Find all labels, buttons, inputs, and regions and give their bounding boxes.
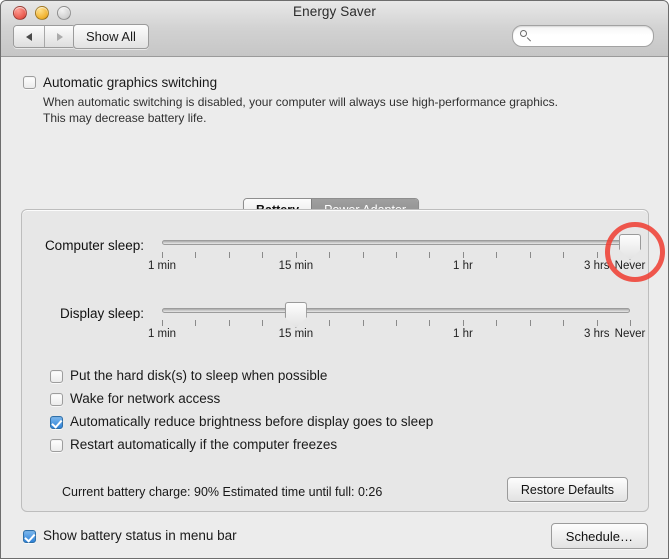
navigation-segmented-control bbox=[13, 25, 76, 48]
slider-scale-label: Never bbox=[615, 260, 646, 272]
description-line-2: This may decrease battery life. bbox=[43, 110, 643, 126]
slider-tick bbox=[563, 320, 564, 326]
settings-panel: Computer sleep: 1 min 15 min 1 hr 3 hrs Neve… bbox=[21, 209, 649, 512]
search-input[interactable] bbox=[524, 28, 669, 44]
energy-saver-window: Energy Saver Show All Automatic graphics… bbox=[0, 0, 669, 559]
reduce-brightness-checkbox[interactable] bbox=[50, 416, 63, 429]
slider-scale-label: 1 min bbox=[148, 328, 176, 340]
slider-tick bbox=[363, 252, 364, 258]
slider-tick bbox=[530, 252, 531, 258]
chevron-left-icon bbox=[26, 33, 32, 41]
schedule-button[interactable]: Schedule… bbox=[551, 523, 648, 549]
option-row-hard-disk-sleep[interactable]: Put the hard disk(s) to sleep when possi… bbox=[50, 368, 433, 383]
show-battery-status-label: Show battery status in menu bar bbox=[43, 528, 237, 543]
show-battery-status-checkbox[interactable] bbox=[23, 530, 36, 543]
slider-tick bbox=[429, 252, 430, 258]
slider-scale-label: 1 hr bbox=[453, 328, 473, 340]
slider-tick bbox=[463, 320, 464, 326]
preference-pane-content: Automatic graphics switching When automa… bbox=[1, 57, 668, 559]
computer-sleep-scale-labels: 1 min15 min1 hr3 hrsNever bbox=[162, 260, 630, 274]
slider-tick bbox=[262, 320, 263, 326]
wake-network-checkbox[interactable] bbox=[50, 393, 63, 406]
chevron-right-icon bbox=[57, 33, 63, 41]
slider-scale-label: 15 min bbox=[279, 328, 314, 340]
forward-button bbox=[44, 26, 75, 47]
back-button[interactable] bbox=[14, 26, 44, 47]
automatic-graphics-switching-group: Automatic graphics switching When automa… bbox=[23, 75, 643, 126]
slider-tick bbox=[195, 320, 196, 326]
display-sleep-ticks bbox=[162, 320, 630, 327]
automatic-graphics-switching-description: When automatic switching is disabled, yo… bbox=[43, 94, 643, 126]
restart-on-freeze-checkbox[interactable] bbox=[50, 439, 63, 452]
slider-tick bbox=[597, 320, 598, 326]
slider-tick bbox=[329, 252, 330, 258]
description-line-1: When automatic switching is disabled, yo… bbox=[43, 94, 643, 110]
computer-sleep-track[interactable] bbox=[162, 240, 630, 245]
slider-tick bbox=[162, 320, 163, 326]
slider-tick bbox=[195, 252, 196, 258]
display-sleep-slider[interactable]: 1 min15 min1 hr3 hrsNever bbox=[162, 308, 630, 348]
hard-disk-sleep-checkbox[interactable] bbox=[50, 370, 63, 383]
computer-sleep-slider[interactable]: 1 min15 min1 hr3 hrsNever bbox=[162, 240, 630, 280]
computer-sleep-ticks bbox=[162, 252, 630, 259]
slider-tick bbox=[296, 252, 297, 258]
slider-scale-label: Never bbox=[615, 328, 646, 340]
automatic-graphics-switching-checkbox[interactable] bbox=[23, 76, 36, 89]
automatic-graphics-switching-label: Automatic graphics switching bbox=[43, 75, 217, 90]
slider-tick bbox=[396, 320, 397, 326]
display-sleep-scale-labels: 1 min15 min1 hr3 hrsNever bbox=[162, 328, 630, 342]
wake-network-label: Wake for network access bbox=[70, 391, 220, 406]
option-row-reduce-brightness[interactable]: Automatically reduce brightness before d… bbox=[50, 414, 433, 429]
slider-tick bbox=[229, 252, 230, 258]
energy-options-list: Put the hard disk(s) to sleep when possi… bbox=[50, 368, 433, 460]
slider-tick bbox=[229, 320, 230, 326]
display-sleep-label: Display sleep: bbox=[24, 306, 144, 321]
battery-status-text: Current battery charge: 90% Estimated ti… bbox=[62, 485, 382, 499]
restore-defaults-button[interactable]: Restore Defaults bbox=[507, 477, 628, 502]
display-sleep-track[interactable] bbox=[162, 308, 630, 313]
show-all-button[interactable]: Show All bbox=[73, 24, 149, 49]
slider-scale-label: 3 hrs bbox=[584, 260, 610, 272]
reduce-brightness-label: Automatically reduce brightness before d… bbox=[70, 414, 433, 429]
slider-tick bbox=[463, 252, 464, 258]
slider-tick bbox=[597, 252, 598, 258]
window-title: Energy Saver bbox=[1, 4, 668, 19]
restart-on-freeze-label: Restart automatically if the computer fr… bbox=[70, 437, 337, 452]
slider-tick bbox=[530, 320, 531, 326]
display-sleep-slider-group: Display sleep: 1 min 15 min 1 hr 3 hrs Never bbox=[22, 278, 648, 358]
option-row-wake-network[interactable]: Wake for network access bbox=[50, 391, 433, 406]
slider-tick bbox=[630, 320, 631, 326]
search-field[interactable] bbox=[512, 25, 654, 47]
slider-scale-label: 1 hr bbox=[453, 260, 473, 272]
computer-sleep-label: Computer sleep: bbox=[24, 238, 144, 253]
automatic-graphics-switching-row[interactable]: Automatic graphics switching bbox=[23, 75, 643, 90]
slider-tick bbox=[496, 320, 497, 326]
hard-disk-sleep-label: Put the hard disk(s) to sleep when possi… bbox=[70, 368, 327, 383]
slider-tick bbox=[396, 252, 397, 258]
option-row-restart-on-freeze[interactable]: Restart automatically if the computer fr… bbox=[50, 437, 433, 452]
slider-tick bbox=[162, 252, 163, 258]
slider-scale-label: 3 hrs bbox=[584, 328, 610, 340]
slider-scale-label: 1 min bbox=[148, 260, 176, 272]
window-titlebar: Energy Saver Show All bbox=[1, 1, 668, 57]
slider-tick bbox=[262, 252, 263, 258]
slider-tick bbox=[496, 252, 497, 258]
slider-tick bbox=[363, 320, 364, 326]
slider-scale-label: 15 min bbox=[279, 260, 314, 272]
slider-tick bbox=[429, 320, 430, 326]
slider-tick bbox=[329, 320, 330, 326]
slider-tick bbox=[563, 252, 564, 258]
show-battery-status-row[interactable]: Show battery status in menu bar bbox=[23, 528, 237, 543]
